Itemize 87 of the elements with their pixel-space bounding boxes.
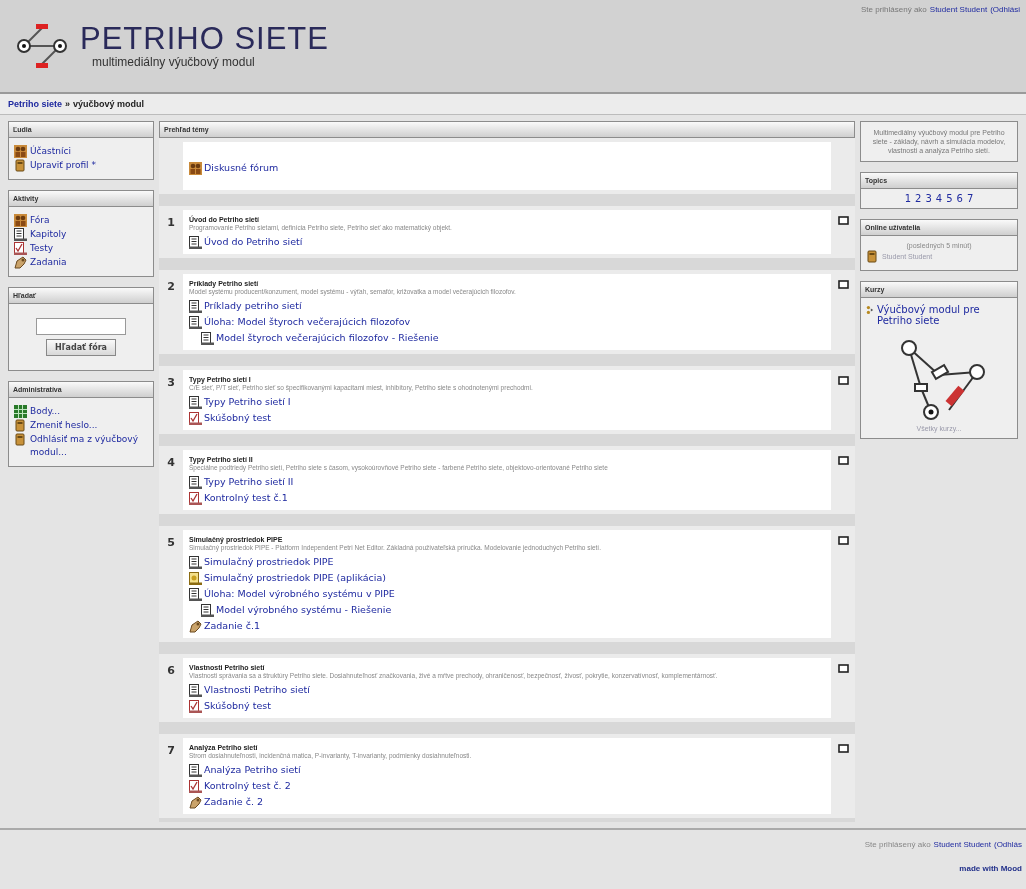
square-icon[interactable]	[837, 376, 849, 385]
sidebar-link[interactable]: Zadania	[30, 256, 67, 269]
activity-link[interactable]: Kontrolný test č.1	[204, 490, 288, 506]
activity-link[interactable]: Zadanie č.1	[204, 618, 260, 634]
activity-link[interactable]: Zadanie č. 2	[204, 794, 263, 810]
document-icon	[189, 235, 202, 249]
square-icon[interactable]	[837, 744, 849, 753]
activity-link[interactable]: Vlastnosti Petriho sietí	[204, 682, 310, 698]
topic-link[interactable]: 5	[946, 193, 953, 204]
sidebar-link[interactable]: Fóra	[30, 214, 50, 227]
course-link[interactable]: Výučbový modul pre Petriho siete	[877, 304, 1012, 326]
document-icon	[189, 555, 202, 569]
document-icon	[189, 683, 202, 697]
square-icon[interactable]	[837, 456, 849, 465]
activity-link[interactable]: Kontrolný test č. 2	[204, 778, 291, 794]
square-icon[interactable]	[837, 216, 849, 225]
activity-link[interactable]: Model štyroch večerajúcich filozofov - Riešenie	[216, 330, 439, 346]
section-number: 6	[166, 663, 176, 679]
section-number: 4	[166, 455, 176, 471]
activity-link[interactable]: Príklady petriho sietí	[204, 298, 302, 314]
document-icon	[14, 228, 27, 241]
applet-document-icon	[189, 571, 202, 585]
topic-link[interactable]: 1	[904, 193, 912, 204]
document-icon	[201, 331, 214, 345]
dots-icon	[866, 304, 874, 316]
checked-document-icon	[189, 491, 202, 505]
checked-document-icon	[189, 699, 202, 713]
topic-link[interactable]: 3	[925, 193, 932, 204]
grid-icon	[14, 405, 27, 418]
topic-link[interactable]: 6	[956, 193, 963, 204]
topic-link[interactable]: 2	[915, 193, 922, 204]
section-number: 3	[166, 375, 176, 391]
logout-link[interactable]: (Odhlás	[994, 840, 1022, 850]
site-title: PETRIHO SIETE	[80, 23, 329, 55]
section-number: 2	[166, 279, 176, 295]
activity-link[interactable]: Úloha: Model štyroch večerajúcich filozofov	[204, 314, 411, 330]
breadcrumb-current: výučbový modul	[73, 99, 145, 109]
activity-link[interactable]: Skúšobný test	[204, 698, 271, 714]
document-icon	[189, 315, 202, 329]
login-text: Ste prihlásený ako	[861, 5, 927, 15]
document-icon	[189, 587, 202, 601]
section-number: 1	[166, 215, 176, 231]
topic-link[interactable]: 7	[966, 193, 974, 204]
section-number: 7	[166, 743, 176, 759]
activity-link[interactable]: Úvod do Petriho sietí	[204, 234, 303, 250]
activity-link[interactable]: Analýza Petriho sietí	[204, 762, 301, 778]
checked-document-icon	[14, 242, 27, 255]
moodle-credit-link[interactable]: made with Mood	[959, 864, 1022, 873]
activity-link[interactable]: Typy Petriho sietí I	[204, 394, 291, 410]
square-icon[interactable]	[837, 280, 849, 289]
search-button[interactable]: Hľadať fóra	[46, 339, 116, 356]
sidebar-link[interactable]: Testy	[30, 242, 54, 255]
sidebar-link[interactable]: Odhlásiť ma z výučbový modul...	[30, 433, 148, 459]
breadcrumb-link[interactable]: Petriho siete	[8, 99, 63, 109]
sidebar-link[interactable]: Body...	[30, 405, 61, 418]
login-text: Ste prihlásený ako	[864, 840, 931, 850]
activity-link[interactable]: Model výrobného systému - Riešenie	[216, 602, 392, 618]
square-icon[interactable]	[837, 664, 849, 673]
people-icon	[14, 214, 27, 227]
sidebar-link[interactable]: Účastníci	[30, 145, 71, 158]
activity-link[interactable]: Simulačný prostriedok PIPE (aplikácia)	[204, 570, 386, 586]
checked-document-icon	[189, 779, 202, 793]
activity-link[interactable]: Skúšobný test	[204, 410, 271, 426]
people-icon	[189, 161, 202, 175]
document-icon	[189, 475, 202, 489]
search-field[interactable]	[36, 318, 126, 335]
sidebar-link[interactable]: Kapitoly	[30, 228, 67, 241]
checked-document-icon	[189, 411, 202, 425]
document-icon	[189, 299, 202, 313]
activity-link[interactable]: Typy Petriho sietí II	[204, 474, 294, 490]
document-icon	[201, 603, 214, 617]
document-icon	[189, 763, 202, 777]
user-link[interactable]: Student Student	[929, 5, 988, 15]
logout-link[interactable]: (Odhlási	[990, 5, 1020, 15]
document-icon	[189, 395, 202, 409]
people-icon	[14, 145, 27, 158]
site-subtitle: multimediálny výučbový modul	[92, 55, 256, 69]
breadcrumb-separator: »	[65, 99, 71, 109]
sidebar-link[interactable]: Upraviť profil *	[30, 159, 96, 172]
sidebar-link[interactable]: Zmeniť heslo...	[30, 419, 98, 432]
activity-link[interactable]: Simulačný prostriedok PIPE	[204, 554, 334, 570]
activity-link[interactable]: Úloha: Model výrobného systému v PIPE	[204, 586, 395, 602]
square-icon[interactable]	[837, 536, 849, 545]
topic-link[interactable]: 4	[935, 193, 943, 204]
section-number: 5	[166, 535, 176, 551]
activity-link[interactable]: Diskusné fórum	[204, 160, 279, 176]
user-link[interactable]: Student Student	[933, 840, 991, 850]
